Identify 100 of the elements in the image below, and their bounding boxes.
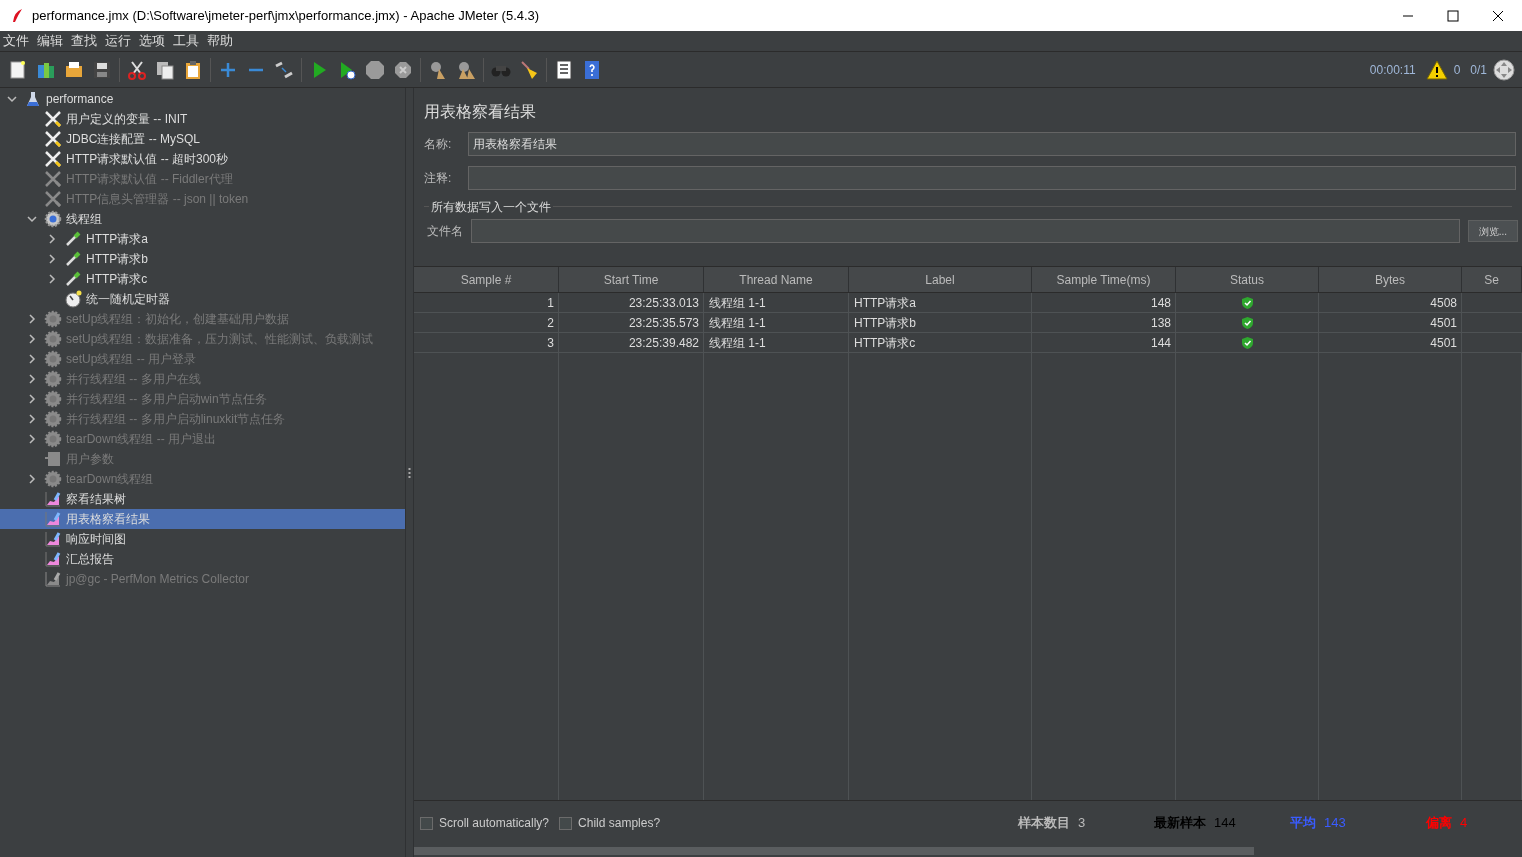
stat-label: 最新样本 [1154, 814, 1206, 833]
name-field[interactable]: 用表格察看结果 [468, 132, 1516, 156]
chart-icon [44, 570, 62, 588]
stopwatch-icon [64, 290, 82, 308]
table-cell: 4508 [1319, 293, 1462, 313]
tree-item[interactable]: 统一随机定时器 [0, 289, 405, 309]
checkbox[interactable] [420, 816, 433, 830]
column-header[interactable]: Start Time [559, 267, 704, 292]
stat-value: 143 [1324, 814, 1346, 833]
table-cell: 138 [1032, 313, 1176, 333]
wrench-screwdriver-icon [44, 190, 62, 208]
gear-icon [44, 310, 62, 328]
group-title: 所有数据写入一个文件 [429, 198, 553, 216]
tree-item[interactable]: 线程组 [0, 209, 405, 229]
column-header[interactable]: Bytes [1319, 267, 1462, 292]
maximize-icon[interactable] [1447, 9, 1459, 22]
tree-item[interactable]: 用表格察看结果 [0, 509, 405, 529]
stat-value: 3 [1078, 814, 1086, 833]
pipette-icon [64, 270, 82, 288]
feather-icon [10, 7, 24, 24]
gear-icon [44, 430, 62, 448]
browse-button[interactable]: 浏览... [1467, 220, 1518, 242]
field-label: 注释: [424, 170, 453, 187]
minus-icon [248, 67, 264, 72]
window-title: performance.jmx (D:\Software\jmeter-perf\jmx\performance.jmx) - Apache JMeter (5.4.3) [32, 6, 541, 25]
column-header[interactable]: Sample Time(ms) [1032, 267, 1176, 292]
tree-item[interactable]: JDBC连接配置 -- MySQL [0, 129, 405, 149]
tree-item[interactable]: HTTP请求c [0, 269, 405, 289]
stat-label: 平均 [1290, 814, 1316, 833]
tree-item[interactable]: 汇总报告 [0, 549, 405, 569]
table-cell: 23:25:33.013 [559, 293, 704, 313]
document-icon [44, 450, 62, 468]
checkbox-label: Scroll automatically? [439, 815, 550, 832]
comment-field[interactable] [468, 166, 1516, 190]
table-cell: 线程组 1-1 [704, 333, 849, 353]
gear-icon [44, 470, 62, 488]
chart-icon [44, 530, 62, 548]
tree-item[interactable]: HTTP请求a [0, 229, 405, 249]
gear-icon [44, 390, 62, 408]
wrench-screwdriver-icon [44, 170, 62, 188]
tree-item[interactable]: 察看结果树 [0, 489, 405, 509]
column-header[interactable]: Label [849, 267, 1032, 292]
pipette-icon [64, 230, 82, 248]
table-cell: 23:25:39.482 [559, 333, 704, 353]
menu-item[interactable]: 工具 [173, 31, 199, 51]
menu-item[interactable]: 文件 [3, 31, 29, 51]
tree-item[interactable]: 用户定义的变量 -- INIT [0, 109, 405, 129]
tree-item[interactable]: HTTP请求默认值 -- 超时300秒 [0, 149, 405, 169]
wrench-screwdriver-icon [44, 150, 62, 168]
menu-item[interactable]: 运行 [105, 31, 131, 51]
table-cell: 1 [414, 293, 559, 313]
chart-icon [44, 550, 62, 568]
warning-icon[interactable] [1425, 59, 1448, 80]
table-cell: 144 [1032, 333, 1176, 353]
gear-icon [44, 330, 62, 348]
column-header[interactable]: Sample # [414, 267, 559, 292]
table-cell: 2 [414, 313, 559, 333]
remote-icon[interactable] [1493, 58, 1515, 81]
table-cell: 23:25:35.573 [559, 313, 704, 333]
field-label: 名称: [424, 136, 453, 153]
field-label: 文件名 [427, 223, 463, 240]
chart-icon [44, 510, 62, 528]
wrench-screwdriver-icon [44, 130, 62, 148]
thread-count: 0/1 [1470, 61, 1487, 79]
toolbar-button[interactable] [518, 58, 540, 81]
menu-item[interactable]: 选项 [139, 31, 165, 51]
close-icon[interactable] [1492, 9, 1504, 22]
gear-icon [44, 410, 62, 428]
stat-label: 偏离 [1426, 814, 1452, 833]
table-cell: HTTP请求b [849, 313, 1032, 333]
split-handle-icon[interactable] [408, 466, 411, 479]
table-cell: HTTP请求a [849, 293, 1032, 313]
menu-item[interactable]: 编辑 [37, 31, 63, 51]
column-header[interactable]: Se [1462, 267, 1522, 292]
tree-item[interactable]: HTTP请求b [0, 249, 405, 269]
panel-title: 用表格察看结果 [424, 102, 537, 122]
chart-icon [44, 490, 62, 508]
gear-icon [44, 210, 62, 228]
table-cell: 4501 [1319, 313, 1462, 333]
stat-value: 144 [1214, 814, 1236, 833]
scrollbar-thumb[interactable] [414, 847, 1254, 855]
warning-count: 0 [1453, 61, 1461, 79]
column-header[interactable]: Status [1176, 267, 1319, 292]
table-cell: 线程组 1-1 [704, 313, 849, 333]
checkbox-label: Child samples? [578, 815, 661, 832]
gear-icon [44, 350, 62, 368]
broom-icon [518, 58, 540, 81]
column-header[interactable]: Thread Name [704, 267, 849, 292]
filename-field[interactable] [471, 219, 1460, 243]
menu-item[interactable]: 帮助 [207, 31, 233, 51]
flask-icon [24, 90, 42, 108]
table-cell: 线程组 1-1 [704, 293, 849, 313]
table-cell: 148 [1032, 293, 1176, 313]
tree-item[interactable]: 响应时间图 [0, 529, 405, 549]
stat-value: 4 [1460, 814, 1468, 833]
tree-item[interactable]: performance [0, 89, 405, 109]
checkbox[interactable] [559, 816, 573, 830]
stop-icon [364, 58, 386, 81]
menu-item[interactable]: 查找 [71, 31, 97, 51]
gear-icon [44, 370, 62, 388]
